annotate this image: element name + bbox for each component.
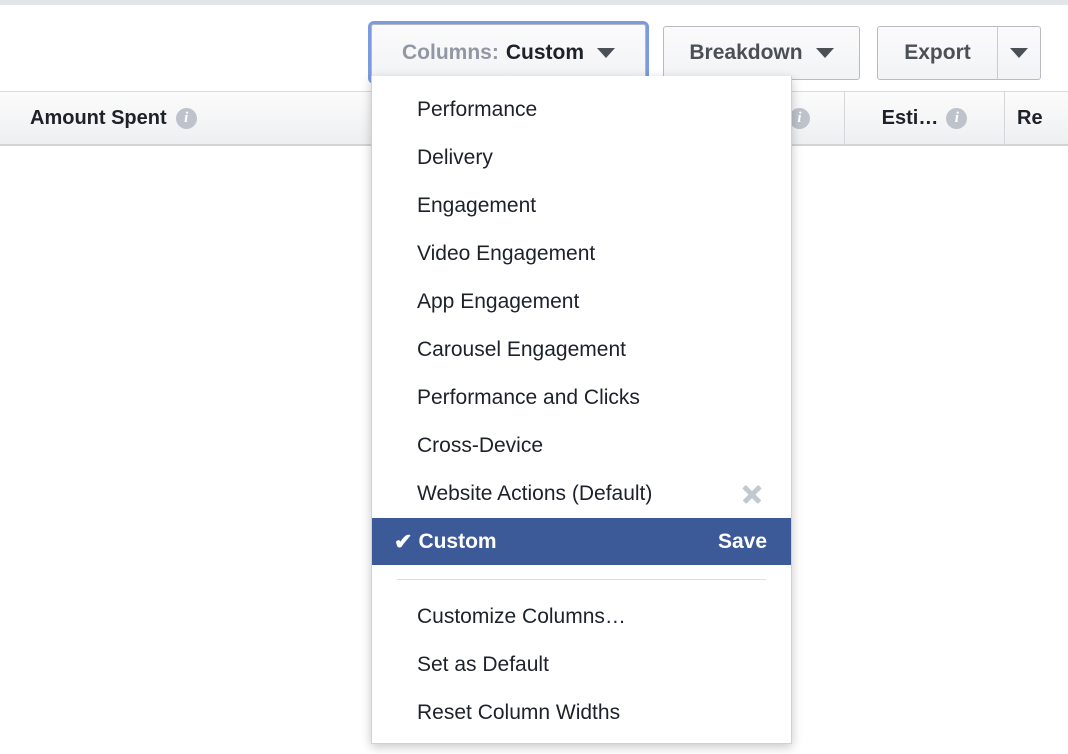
columns-dropdown-menu: Performance Delivery Engagement Video En… (371, 76, 792, 744)
menu-item-engagement[interactable]: Engagement (372, 182, 791, 230)
column-header-estimated[interactable]: Esti… i (845, 91, 1005, 145)
breakdown-button[interactable]: Breakdown (663, 26, 860, 80)
menu-item-website-actions-default[interactable]: Website Actions (Default) (372, 470, 791, 518)
menu-item-label: Set as Default (417, 653, 549, 676)
export-button[interactable]: Export (877, 26, 998, 80)
menu-item-performance-and-clicks[interactable]: Performance and Clicks (372, 374, 791, 422)
save-preset-link[interactable]: Save (718, 530, 767, 554)
check-icon: ✔ (394, 528, 413, 554)
menu-item-label: Cross-Device (417, 434, 544, 457)
menu-item-cross-device[interactable]: Cross-Device (372, 422, 791, 470)
menu-item-reset-column-widths[interactable]: Reset Column Widths (372, 689, 791, 737)
menu-item-label: Website Actions (Default) (417, 482, 653, 505)
menu-item-set-as-default[interactable]: Set as Default (372, 641, 791, 689)
info-icon[interactable]: i (175, 107, 197, 129)
menu-item-label: Performance and Clicks (417, 386, 640, 409)
export-dropdown-button[interactable] (997, 26, 1041, 80)
export-button-label: Export (904, 41, 971, 64)
menu-item-app-engagement[interactable]: App Engagement (372, 278, 791, 326)
menu-item-label: Reset Column Widths (417, 701, 621, 724)
column-header-label: Esti… (881, 106, 939, 129)
menu-item-performance[interactable]: Performance (372, 86, 791, 134)
menu-item-label: App Engagement (417, 290, 580, 313)
info-icon[interactable]: i (789, 108, 810, 129)
menu-item-custom-left: ✔ Custom (394, 530, 497, 554)
column-header-re[interactable]: Re (1005, 91, 1068, 145)
menu-item-label: Carousel Engagement (417, 338, 626, 361)
menu-item-label: Delivery (417, 146, 493, 169)
chevron-down-icon (597, 47, 615, 58)
menu-item-label: Performance (417, 98, 538, 121)
chevron-down-icon (815, 48, 834, 58)
close-icon[interactable] (741, 483, 763, 505)
column-header-label: Amount Spent (30, 106, 167, 129)
menu-item-delivery[interactable]: Delivery (372, 134, 791, 182)
columns-button-prefix: Columns: (402, 40, 499, 64)
menu-item-customize-columns[interactable]: Customize Columns… (372, 593, 791, 641)
screen-root: Columns: Custom Breakdown Export Amount … (0, 0, 1068, 754)
menu-item-label: Custom (418, 529, 497, 553)
info-icon[interactable]: i (946, 107, 968, 129)
menu-item-custom[interactable]: ✔ Custom Save (372, 518, 791, 565)
column-header-label: Re (1017, 106, 1043, 129)
menu-item-label: Video Engagement (417, 242, 596, 265)
columns-button-value: Custom (505, 40, 584, 64)
menu-item-label: Engagement (417, 194, 537, 217)
menu-item-carousel-engagement[interactable]: Carousel Engagement (372, 326, 791, 374)
columns-button[interactable]: Columns: Custom (371, 24, 646, 81)
breakdown-button-label: Breakdown (689, 41, 803, 64)
menu-item-video-engagement[interactable]: Video Engagement (372, 230, 791, 278)
menu-item-label: Customize Columns… (417, 605, 626, 628)
menu-divider (397, 579, 766, 580)
chevron-down-icon (1010, 48, 1028, 58)
